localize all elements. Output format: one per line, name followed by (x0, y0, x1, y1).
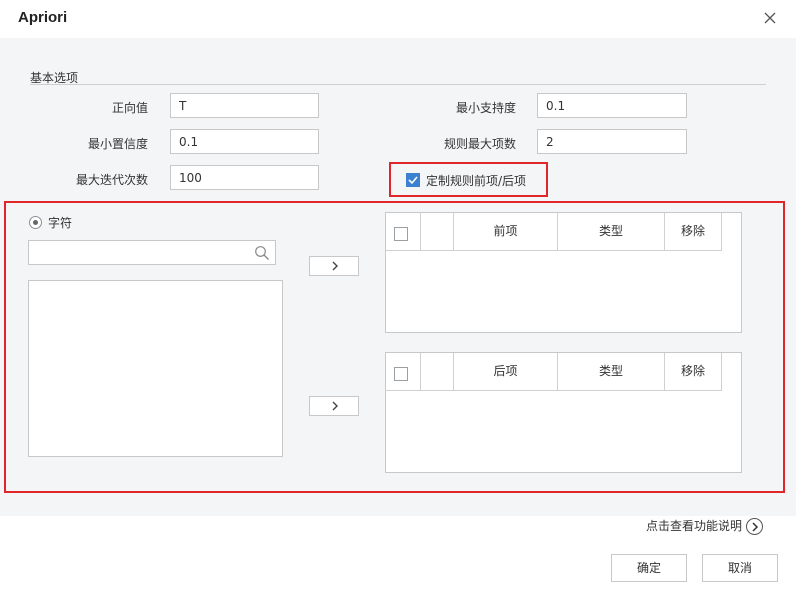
search-icon (255, 246, 269, 260)
header-antecedent[interactable]: 前项 (454, 213, 558, 250)
title-bar: Apriori (0, 0, 796, 38)
positive-value-input[interactable] (170, 93, 319, 118)
max-rule-items-input[interactable] (537, 129, 687, 154)
close-icon[interactable] (762, 10, 778, 26)
header-blank-cell (421, 353, 454, 390)
header-select-cell (386, 353, 421, 390)
consequent-table-header: 后项 类型 移除 (386, 353, 722, 391)
antecedent-table: 前项 类型 移除 (385, 212, 742, 333)
consequent-table: 后项 类型 移除 (385, 352, 742, 473)
field-list[interactable] (28, 280, 283, 457)
ok-button[interactable]: 确定 (611, 554, 687, 582)
custom-rule-checkbox[interactable] (406, 173, 420, 187)
max-iterations-label: 最大迭代次数 (75, 173, 148, 187)
string-radio-label: 字符 (48, 216, 73, 230)
min-confidence-label: 最小置信度 (87, 137, 148, 151)
add-antecedent-button[interactable] (309, 256, 359, 276)
header-blank-cell (421, 213, 454, 250)
field-search-input[interactable] (28, 240, 276, 265)
select-all-checkbox[interactable] (394, 367, 408, 381)
max-rule-items-label: 规则最大项数 (443, 137, 516, 151)
header-consequent[interactable]: 后项 (454, 353, 558, 390)
string-radio[interactable] (29, 216, 42, 229)
min-support-label: 最小支持度 (455, 101, 516, 115)
min-confidence-input[interactable] (170, 129, 319, 154)
chevron-right-icon (332, 401, 338, 411)
help-link[interactable]: 点击查看功能说明 (646, 517, 742, 534)
dialog-title: Apriori (18, 9, 68, 26)
chevron-right-icon (332, 261, 338, 271)
header-remove[interactable]: 移除 (665, 213, 722, 250)
header-select-cell (386, 213, 421, 250)
add-consequent-button[interactable] (309, 396, 359, 416)
check-icon (408, 176, 418, 185)
header-type[interactable]: 类型 (558, 213, 665, 250)
header-remove[interactable]: 移除 (665, 353, 722, 390)
chevron-right-circle-icon[interactable] (746, 518, 763, 535)
min-support-input[interactable] (537, 93, 687, 118)
max-iterations-input[interactable] (170, 165, 319, 190)
antecedent-table-header: 前项 类型 移除 (386, 213, 722, 251)
custom-rule-label: 定制规则前项/后项 (426, 174, 527, 188)
positive-value-label: 正向值 (111, 101, 148, 115)
section-divider (30, 84, 766, 85)
select-all-checkbox[interactable] (394, 227, 408, 241)
cancel-button[interactable]: 取消 (702, 554, 778, 582)
header-type[interactable]: 类型 (558, 353, 665, 390)
